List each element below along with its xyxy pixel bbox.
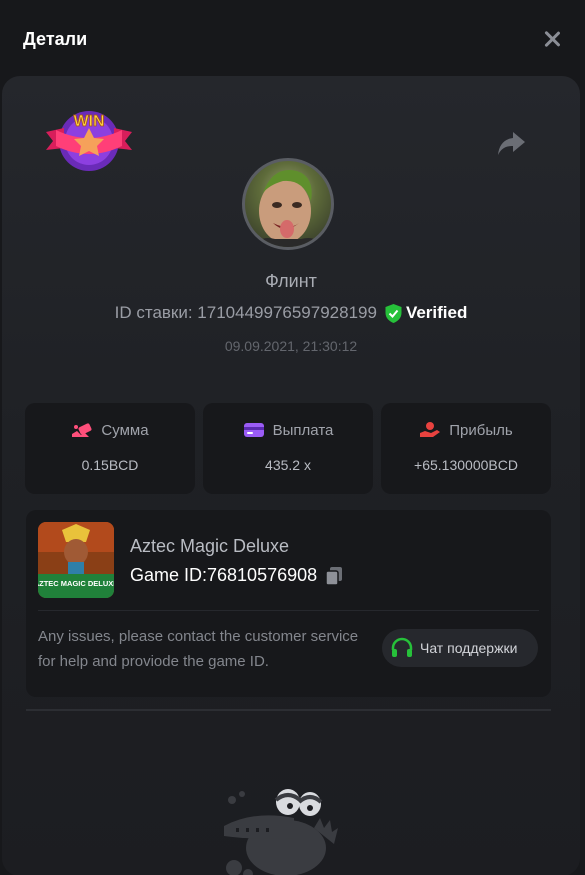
- avatar[interactable]: [242, 158, 334, 250]
- win-badge-icon: WIN: [46, 111, 132, 171]
- copy-icon[interactable]: [325, 566, 343, 586]
- game-thumb-text: AZTEC MAGIC DELUXE: [38, 579, 114, 588]
- stat-payout-label: Выплата: [272, 421, 334, 439]
- coins-icon: [72, 423, 92, 437]
- stat-payout: Выплата 435.2 x: [203, 403, 373, 494]
- verified-badge: Verified: [385, 303, 467, 323]
- bet-card: WIN Флинт ID ставки: 1710449976597928199: [2, 76, 580, 875]
- stat-amount: Сумма 0.15BCD: [25, 403, 195, 494]
- stat-profit-label: Прибыль: [449, 421, 513, 439]
- bet-details-modal: Детали WIN Флинт ID ставки: 171044997659…: [0, 0, 585, 875]
- game-id-row: Game ID:76810576908: [130, 565, 343, 586]
- game-box-divider: [38, 610, 539, 611]
- crocodile-mascot-icon: [224, 789, 338, 875]
- stat-amount-label: Сумма: [101, 421, 149, 439]
- headset-icon: [391, 637, 413, 657]
- bet-id-row: ID ставки: 1710449976597928199 Verified: [2, 303, 580, 323]
- stat-payout-value: 435.2 x: [265, 457, 311, 473]
- support-chat-button[interactable]: Чат поддержки: [382, 629, 538, 667]
- game-art-image: AZTEC MAGIC DELUXE: [38, 522, 114, 598]
- share-icon[interactable]: [496, 130, 526, 156]
- win-text: WIN: [73, 113, 104, 130]
- stat-profit: Прибыль +65.130000BCD: [381, 403, 551, 494]
- bet-id: ID ставки: 1710449976597928199: [114, 303, 377, 322]
- game-info-box: AZTEC MAGIC DELUXE Aztec Magic Deluxe Ga…: [26, 510, 551, 697]
- shield-check-icon: [385, 303, 402, 323]
- support-note: Any issues, please contact the customer …: [38, 628, 359, 670]
- game-id: Game ID:76810576908: [130, 565, 318, 585]
- section-divider: [26, 709, 551, 711]
- bet-datetime: 09.09.2021, 21:30:12: [224, 338, 358, 354]
- stat-profit-value: +65.130000BCD: [414, 457, 518, 473]
- stat-amount-head: Сумма: [71, 421, 149, 439]
- game-name: Aztec Magic Deluxe: [130, 536, 290, 556]
- close-icon[interactable]: [541, 28, 563, 50]
- support-chat-label: Чат поддержки: [420, 640, 518, 656]
- game-thumbnail[interactable]: AZTEC MAGIC DELUXE: [38, 522, 114, 598]
- card-icon: [243, 423, 264, 437]
- hand-coin-icon: [420, 422, 441, 437]
- modal-title: Детали: [23, 28, 88, 49]
- stat-amount-value: 0.15BCD: [81, 457, 139, 473]
- verified-label: Verified: [405, 303, 468, 322]
- avatar-image: [255, 169, 323, 247]
- modal-header: Детали: [0, 0, 585, 78]
- username: Флинт: [265, 271, 317, 291]
- stat-profit-head: Прибыль: [419, 421, 513, 439]
- stat-payout-head: Выплата: [243, 421, 334, 439]
